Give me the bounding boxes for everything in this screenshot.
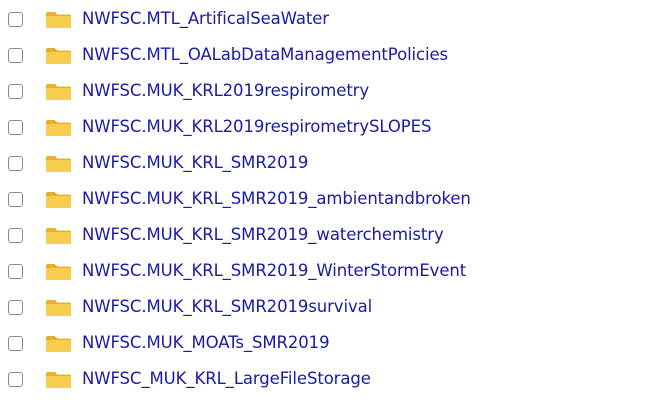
list-item[interactable]: NWFSC.MUK_KRL_SMR2019 xyxy=(0,145,660,181)
folder-icon xyxy=(46,156,71,172)
file-list: NWFSC.MTL_ArtificalSeaWater NWFSC.MTL_OA… xyxy=(0,0,670,400)
list-item[interactable]: NWFSC_MUK_KRL_LargeFileStorage xyxy=(0,361,660,397)
checkbox[interactable] xyxy=(8,156,23,171)
folder-link[interactable]: NWFSC.MUK_KRL_SMR2019_waterchemistry xyxy=(82,217,444,253)
list-item[interactable]: NWFSC.MUK_KRL2019respirometrySLOPES xyxy=(0,109,660,145)
folder-icon xyxy=(46,12,71,28)
folder-link[interactable]: NWFSC.MUK_KRL_SMR2019survival xyxy=(82,289,372,325)
list-item[interactable]: NWFSC.MTL_ArtificalSeaWater xyxy=(0,1,660,37)
folder-link[interactable]: NWFSC.MUK_KRL_SMR2019 xyxy=(82,145,308,181)
list-item[interactable]: NWFSC.MUK_KRL_SMR2019_waterchemistry xyxy=(0,217,660,253)
list-item[interactable]: NWFSC.MTL_OALabDataManagementPolicies xyxy=(0,37,660,73)
list-item[interactable]: NWFSC.MUK_KRL_SMR2019_WinterStormEvent xyxy=(0,253,660,289)
checkbox[interactable] xyxy=(8,192,23,207)
list-item[interactable]: NWFSC.MUK_KRL_SMR2019survival xyxy=(0,289,660,325)
folder-link[interactable]: NWFSC.MTL_ArtificalSeaWater xyxy=(82,1,329,37)
checkbox[interactable] xyxy=(8,372,23,387)
folder-icon xyxy=(46,264,71,280)
checkbox[interactable] xyxy=(8,336,23,351)
checkbox[interactable] xyxy=(8,12,23,27)
checkbox[interactable] xyxy=(8,300,23,315)
checkbox[interactable] xyxy=(8,84,23,99)
folder-icon xyxy=(46,372,71,388)
folder-link[interactable]: NWFSC_MUK_KRL_LargeFileStorage xyxy=(82,361,371,397)
folder-link[interactable]: NWFSC.MUK_KRL2019respirometry xyxy=(82,73,369,109)
folder-icon xyxy=(46,300,71,316)
folder-icon xyxy=(46,192,71,208)
checkbox[interactable] xyxy=(8,264,23,279)
checkbox[interactable] xyxy=(8,48,23,63)
folder-icon xyxy=(46,48,71,64)
folder-icon xyxy=(46,336,71,352)
folder-link[interactable]: NWFSC.MUK_KRL_SMR2019_WinterStormEvent xyxy=(82,253,466,289)
folder-link[interactable]: NWFSC.MUK_MOATs_SMR2019 xyxy=(82,325,330,361)
folder-icon xyxy=(46,84,71,100)
folder-icon xyxy=(46,120,71,136)
checkbox[interactable] xyxy=(8,228,23,243)
folder-link[interactable]: NWFSC.MTL_OALabDataManagementPolicies xyxy=(82,37,448,73)
folder-icon xyxy=(46,228,71,244)
list-item[interactable]: NWFSC.MUK_MOATs_SMR2019 xyxy=(0,325,660,361)
checkbox[interactable] xyxy=(8,120,23,135)
folder-link[interactable]: NWFSC.MUK_KRL2019respirometrySLOPES xyxy=(82,109,431,145)
folder-link[interactable]: NWFSC.MUK_KRL_SMR2019_ambientandbroken xyxy=(82,181,471,217)
list-item[interactable]: NWFSC.MUK_KRL_SMR2019_ambientandbroken xyxy=(0,181,660,217)
list-item[interactable]: NWFSC.MUK_KRL2019respirometry xyxy=(0,73,660,109)
